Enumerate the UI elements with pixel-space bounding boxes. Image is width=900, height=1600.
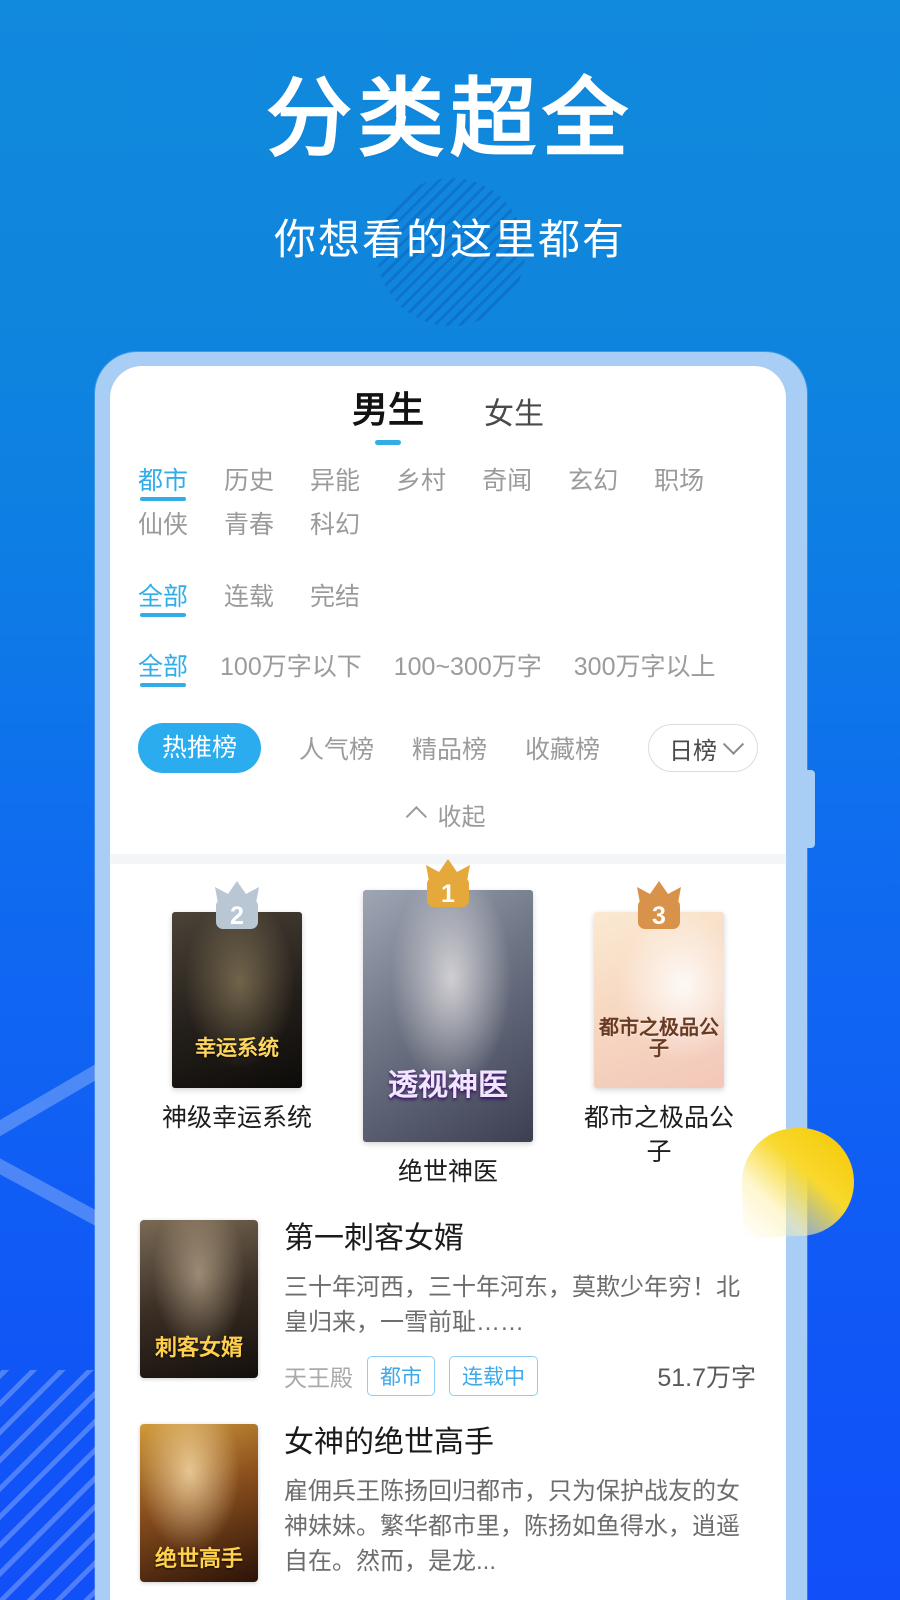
book-author: 天王殿 bbox=[284, 1365, 353, 1392]
wordcount-filter-row: 全部 100万字以下 100~300万字 300万字以上 bbox=[110, 645, 786, 689]
category-chip-kehuan[interactable]: 科幻 bbox=[310, 503, 360, 547]
top3-item-rank2[interactable]: 2 幸运系统 神级幸运系统 bbox=[144, 881, 330, 1136]
book-cover: 绝世高手 bbox=[140, 1424, 258, 1583]
crown-rank-number: 1 bbox=[441, 880, 455, 908]
wordcount-chip-1m-3m[interactable]: 100~300万字 bbox=[394, 645, 542, 689]
category-chip-qingchun[interactable]: 青春 bbox=[224, 503, 274, 547]
wordcount-chip-under-1m[interactable]: 100万字以下 bbox=[220, 645, 362, 689]
category-chip-zhichang[interactable]: 职场 bbox=[654, 459, 704, 503]
cover-art-title: 都市之极品公子 bbox=[599, 1016, 719, 1060]
category-chip-xiangcun[interactable]: 乡村 bbox=[396, 459, 446, 503]
wordcount-chip-all[interactable]: 全部 bbox=[138, 645, 188, 689]
cover-art-title: 绝世高手 bbox=[154, 1545, 243, 1571]
book-info: 女神的绝世高手 雇佣兵王陈扬回归都市，只为保护战友的女神妹妹。繁华都市里，陈扬如… bbox=[284, 1424, 756, 1582]
cover-art-figure bbox=[363, 890, 533, 1142]
book-list: 刺客女婿 第一刺客女婿 三十年河西，三十年河东，莫欺少年穷！北皇归来，一雪前耻…… bbox=[110, 1190, 786, 1583]
list-item[interactable]: 绝世高手 女神的绝世高手 雇佣兵王陈扬回归都市，只为保护战友的女神妹妹。繁华都市… bbox=[140, 1396, 756, 1583]
cover-wrapper: 2 幸运系统 bbox=[172, 881, 302, 1088]
top3-item-rank1[interactable]: 1 透视神医 绝世神医 bbox=[348, 859, 548, 1190]
cover-art-title: 刺客女婿 bbox=[154, 1334, 243, 1360]
promo-stage: 分类超全 你想看的这里都有 男生 女生 都市 历史 异能 乡村 奇闻 玄幻 职场… bbox=[0, 0, 900, 1600]
top3-podium: 2 幸运系统 神级幸运系统 1 透视神医 绝世神医 3 都市之极品公子 都市之极… bbox=[110, 859, 786, 1190]
category-filter-row-1: 都市 历史 异能 乡村 奇闻 玄幻 职场 bbox=[110, 459, 786, 503]
collapse-filters-button[interactable]: 收起 bbox=[110, 797, 786, 832]
chevron-up-icon bbox=[405, 806, 427, 828]
cover-art-title: 透视神医 bbox=[388, 1069, 508, 1103]
crown-badge-rank3: 3 bbox=[628, 879, 690, 933]
cover-wrapper: 3 都市之极品公子 bbox=[594, 881, 724, 1088]
category-chip-yineng[interactable]: 异能 bbox=[310, 459, 360, 503]
ranking-tab-row: 热推榜 人气榜 精品榜 收藏榜 日榜 bbox=[110, 721, 786, 775]
cover-art-title: 幸运系统 bbox=[195, 1036, 279, 1060]
cover-art-figure bbox=[594, 912, 724, 1088]
book-cover: 刺客女婿 bbox=[140, 1219, 258, 1378]
phone-side-button bbox=[806, 770, 815, 848]
phone-screen: 男生 女生 都市 历史 异能 乡村 奇闻 玄幻 职场 仙侠 青春 科幻 全部 连… bbox=[110, 366, 786, 1600]
book-meta-row: 天王殿 都市 连载中 51.7万字 bbox=[284, 1356, 756, 1397]
book-cover-rank3: 都市之极品公子 bbox=[594, 912, 724, 1088]
tab-female[interactable]: 女生 bbox=[484, 389, 544, 441]
status-chip-finished[interactable]: 完结 bbox=[310, 575, 360, 619]
book-title: 第一刺客女婿 bbox=[284, 1221, 464, 1255]
crown-badge-rank1: 1 bbox=[417, 857, 479, 911]
period-select[interactable]: 日榜 bbox=[648, 724, 758, 772]
category-chip-qiwen[interactable]: 奇闻 bbox=[482, 459, 532, 503]
rank-tab-hot[interactable]: 热推榜 bbox=[138, 723, 262, 773]
collapse-label: 收起 bbox=[437, 804, 486, 831]
rank-tab-collection[interactable]: 收藏榜 bbox=[525, 730, 600, 766]
status-chip-all[interactable]: 全部 bbox=[138, 575, 188, 619]
gold-drop-decoration bbox=[740, 1126, 856, 1238]
book-description: 雇佣兵王陈扬回归都市，只为保护战友的女神妹妹。繁华都市里，陈扬如鱼得水，逍遥自在… bbox=[284, 1478, 740, 1575]
rank-tab-premium[interactable]: 精品榜 bbox=[412, 730, 487, 766]
wordcount-chip-over-3m[interactable]: 300万字以上 bbox=[574, 645, 716, 689]
book-wordcount: 51.7万字 bbox=[657, 1364, 756, 1393]
gender-tab-bar: 男生 女生 bbox=[110, 366, 786, 441]
book-cover-rank1: 透视神医 bbox=[363, 890, 533, 1142]
crown-rank-number: 2 bbox=[230, 902, 244, 930]
category-chip-lishi[interactable]: 历史 bbox=[224, 459, 274, 503]
book-title-rank1: 绝世神医 bbox=[397, 1158, 498, 1186]
page-title: 分类超全 bbox=[266, 71, 634, 167]
cover-art-figure bbox=[172, 912, 302, 1088]
book-title-rank2: 神级幸运系统 bbox=[161, 1104, 312, 1132]
category-chip-xuanhuan[interactable]: 玄幻 bbox=[568, 459, 618, 503]
page-subtitle: 你想看的这里都有 bbox=[273, 216, 626, 263]
book-tag-status[interactable]: 连载中 bbox=[449, 1356, 538, 1397]
book-title-rank3: 都市之极品公子 bbox=[583, 1104, 734, 1166]
status-filter-row: 全部 连载 完结 bbox=[110, 575, 786, 619]
status-chip-ongoing[interactable]: 连载 bbox=[224, 575, 274, 619]
top3-item-rank3[interactable]: 3 都市之极品公子 都市之极品公子 bbox=[566, 881, 752, 1170]
book-cover-rank2: 幸运系统 bbox=[172, 912, 302, 1088]
category-filter-row-2: 仙侠 青春 科幻 bbox=[110, 503, 786, 547]
list-item[interactable]: 刺客女婿 第一刺客女婿 三十年河西，三十年河东，莫欺少年穷！北皇归来，一雪前耻…… bbox=[140, 1200, 756, 1397]
chevron-down-icon bbox=[722, 733, 745, 755]
book-description: 三十年河西，三十年河东，莫欺少年穷！北皇归来，一雪前耻…… bbox=[284, 1273, 740, 1336]
category-chip-dushi[interactable]: 都市 bbox=[138, 459, 188, 503]
rank-tab-popular[interactable]: 人气榜 bbox=[299, 730, 374, 766]
cover-wrapper: 1 透视神医 bbox=[363, 859, 533, 1142]
book-info: 第一刺客女婿 三十年河西，三十年河东，莫欺少年穷！北皇归来，一雪前耻…… 天王殿… bbox=[284, 1220, 756, 1397]
tab-male[interactable]: 男生 bbox=[352, 381, 424, 441]
crown-rank-number: 3 bbox=[652, 902, 666, 930]
book-tag-category[interactable]: 都市 bbox=[367, 1356, 435, 1397]
category-chip-xianxia[interactable]: 仙侠 bbox=[138, 503, 188, 547]
book-title: 女神的绝世高手 bbox=[284, 1426, 494, 1460]
period-select-value: 日榜 bbox=[669, 737, 717, 765]
crown-badge-rank2: 2 bbox=[206, 879, 268, 933]
